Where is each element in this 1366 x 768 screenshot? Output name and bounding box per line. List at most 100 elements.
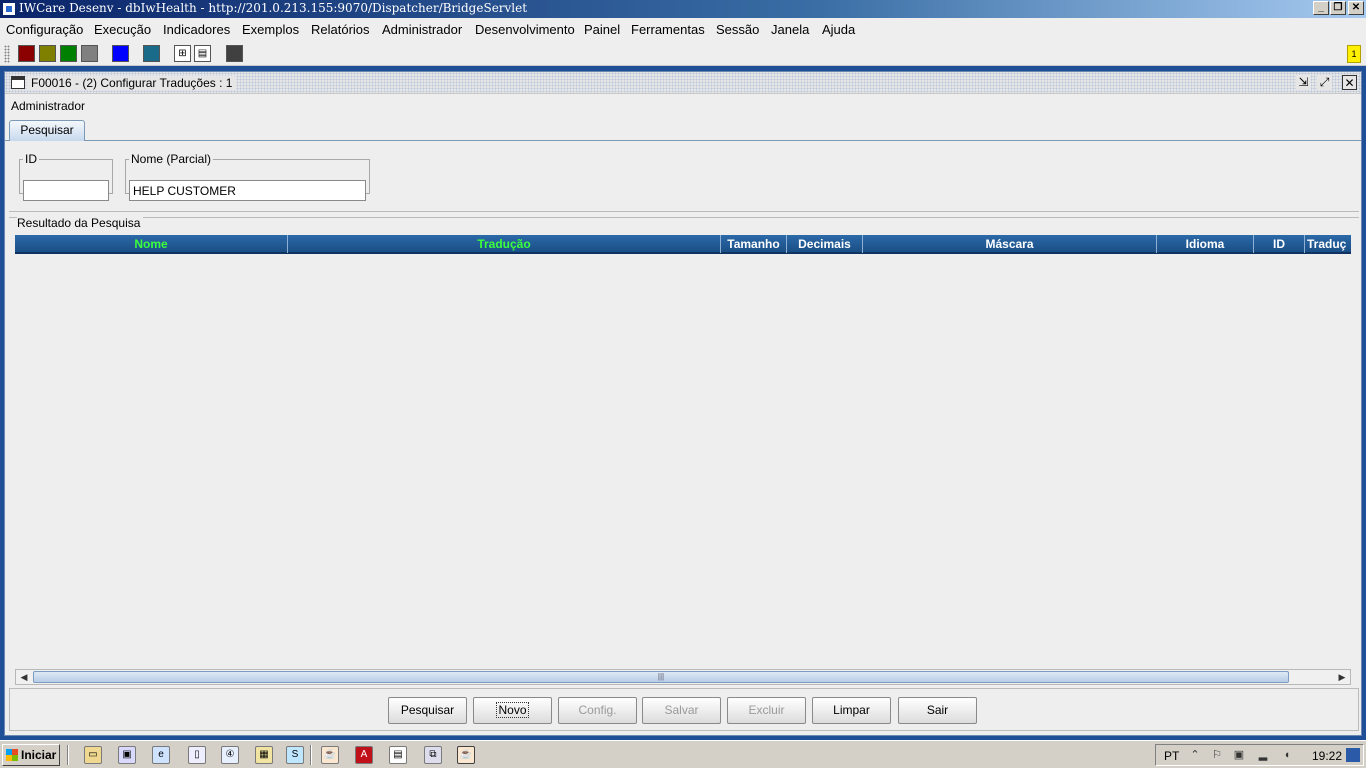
- start-button[interactable]: Iniciar: [2, 744, 60, 766]
- folder-icon[interactable]: ▭: [84, 746, 102, 764]
- notification-icon[interactable]: 1: [1347, 45, 1361, 63]
- tab-strip: Pesquisar: [5, 120, 1361, 141]
- pdf-reader-icon[interactable]: A: [355, 746, 373, 764]
- excluir-button[interactable]: Excluir: [727, 697, 806, 724]
- limpar-button[interactable]: Limpar: [812, 697, 891, 724]
- minimize-button[interactable]: _: [1313, 1, 1329, 15]
- menu-janela[interactable]: Janela: [771, 22, 809, 37]
- menu-sessao[interactable]: Sessão: [716, 22, 759, 37]
- explorer-window-icon[interactable]: ▦: [255, 746, 273, 764]
- button-bar: Pesquisar Novo Config. Salvar Excluir Li…: [9, 688, 1359, 731]
- color-teal-button[interactable]: [143, 45, 160, 62]
- restore-button[interactable]: ❐: [1330, 1, 1346, 15]
- network-app-icon[interactable]: ⧉: [424, 746, 442, 764]
- menu-administrador[interactable]: Administrador: [382, 22, 462, 37]
- app-title: IWCare Desenv - dbIwHealth - http://201.…: [19, 1, 528, 15]
- window-list-icon[interactable]: ▤: [194, 45, 211, 62]
- col-nome[interactable]: Nome: [15, 235, 288, 253]
- scroll-right-icon[interactable]: ▶: [1334, 670, 1350, 684]
- breadcrumb: Administrador: [11, 99, 86, 113]
- menu-indicadores[interactable]: Indicadores: [163, 22, 230, 37]
- id-input[interactable]: [23, 180, 109, 201]
- novo-button[interactable]: Novo: [473, 697, 552, 724]
- col-mascara[interactable]: Máscara: [863, 235, 1157, 253]
- taskbar-separator: [67, 745, 69, 765]
- color-dark-red-button[interactable]: [18, 45, 35, 62]
- col-traducao-2[interactable]: Traduç: [1305, 235, 1351, 253]
- menu-configuracao[interactable]: Configuração: [6, 22, 83, 37]
- internal-frame: F00016 - (2) Configurar Traduções : 1 ⇲ …: [4, 71, 1362, 736]
- java-icon[interactable]: ☕: [321, 746, 339, 764]
- col-tamanho[interactable]: Tamanho: [721, 235, 787, 253]
- skype-icon[interactable]: S: [286, 746, 304, 764]
- color-green-button[interactable]: [60, 45, 77, 62]
- col-id[interactable]: ID: [1254, 235, 1305, 253]
- minimize-frame-icon[interactable]: ⇲: [1296, 75, 1311, 90]
- search-panel: ID Nome (Parcial): [9, 142, 1359, 212]
- tree-view-icon[interactable]: ⊞: [174, 45, 191, 62]
- menu-exemplos[interactable]: Exemplos: [242, 22, 299, 37]
- config-button[interactable]: Config.: [558, 697, 637, 724]
- remote-desktop-icon[interactable]: ▣: [118, 746, 136, 764]
- show-hidden-icons-icon[interactable]: ⌃: [1188, 748, 1202, 762]
- col-idioma[interactable]: Idioma: [1157, 235, 1254, 253]
- sair-button[interactable]: Sair: [898, 697, 977, 724]
- scroll-left-icon[interactable]: ◀: [16, 670, 32, 684]
- menu-relatorios[interactable]: Relatórios: [311, 22, 370, 37]
- clock[interactable]: 19:22: [1312, 749, 1342, 763]
- maximize-frame-icon[interactable]: ⤢: [1317, 75, 1332, 90]
- notepad-icon[interactable]: ▯: [188, 746, 206, 764]
- show-desktop-icon[interactable]: [1346, 748, 1360, 762]
- java-active-icon[interactable]: ☕: [457, 746, 475, 764]
- nome-fieldset: Nome (Parcial): [125, 152, 370, 201]
- app-icon: [2, 2, 16, 16]
- taskbar: Iniciar ▭ ▣ e ▯ ④ ▦ S ☕ A ▤ ⧉ ☕ PT ⌃ ⚐ ▣…: [0, 740, 1366, 768]
- browser-4-icon[interactable]: ④: [221, 746, 239, 764]
- device-icon[interactable]: ▣: [1232, 748, 1246, 762]
- color-gray-button[interactable]: [81, 45, 98, 62]
- app-title-bar: IWCare Desenv - dbIwHealth - http://201.…: [0, 0, 1366, 18]
- language-indicator[interactable]: PT: [1164, 749, 1179, 763]
- internet-explorer-icon[interactable]: e: [152, 746, 170, 764]
- salvar-button[interactable]: Salvar: [642, 697, 721, 724]
- windows-logo-icon: [6, 749, 18, 761]
- frame-title: F00016 - (2) Configurar Traduções : 1: [27, 76, 237, 90]
- tool-bar: ⊞ ▤ 1: [0, 42, 1366, 66]
- menu-bar: Configuração Execução Indicadores Exempl…: [0, 18, 1366, 42]
- start-label: Iniciar: [21, 748, 57, 762]
- scroll-thumb[interactable]: |||: [33, 671, 1289, 683]
- col-decimais[interactable]: Decimais: [787, 235, 863, 253]
- color-blue-button[interactable]: [112, 45, 129, 62]
- pesquisar-button[interactable]: Pesquisar: [388, 697, 467, 724]
- color-olive-button[interactable]: [39, 45, 56, 62]
- horizontal-scrollbar[interactable]: ◀ ||| ▶: [15, 669, 1351, 685]
- nome-label: Nome (Parcial): [131, 152, 212, 166]
- results-label: Resultado da Pesquisa: [17, 216, 144, 230]
- col-traducao[interactable]: Tradução: [288, 235, 721, 253]
- menu-ferramentas[interactable]: Ferramentas: [631, 22, 705, 37]
- toolbar-grip-icon[interactable]: [4, 45, 10, 63]
- action-center-flag-icon[interactable]: ⚐: [1210, 748, 1224, 762]
- close-frame-icon[interactable]: ✕: [1342, 75, 1357, 90]
- menu-desenvolvimento[interactable]: Desenvolvimento: [475, 22, 575, 37]
- menu-painel[interactable]: Painel: [584, 22, 620, 37]
- document-icon[interactable]: ▤: [389, 746, 407, 764]
- menu-ajuda[interactable]: Ajuda: [822, 22, 855, 37]
- frame-window-icon: [11, 76, 25, 89]
- id-fieldset: ID: [19, 152, 113, 201]
- system-tray: PT ⌃ ⚐ ▣ ▂ ◖ 19:22: [1155, 744, 1364, 766]
- tab-pesquisar[interactable]: Pesquisar: [9, 120, 85, 141]
- id-label: ID: [25, 152, 37, 166]
- color-dark-gray-button[interactable]: [226, 45, 243, 62]
- volume-icon[interactable]: ◖: [1280, 748, 1294, 762]
- nome-input[interactable]: [129, 180, 366, 201]
- menu-execucao[interactable]: Execução: [94, 22, 151, 37]
- results-table: Nome Tradução Tamanho Decimais Máscara I…: [15, 235, 1351, 680]
- novo-button-label: Novo: [496, 702, 529, 718]
- taskbar-separator: [310, 745, 312, 765]
- frame-title-bar[interactable]: F00016 - (2) Configurar Traduções : 1 ⇲ …: [5, 72, 1361, 94]
- table-header: Nome Tradução Tamanho Decimais Máscara I…: [15, 235, 1351, 254]
- network-signal-icon[interactable]: ▂: [1256, 748, 1270, 762]
- close-button[interactable]: ✕: [1348, 1, 1364, 15]
- results-panel: Resultado da Pesquisa Nome Tradução Tama…: [9, 216, 1359, 687]
